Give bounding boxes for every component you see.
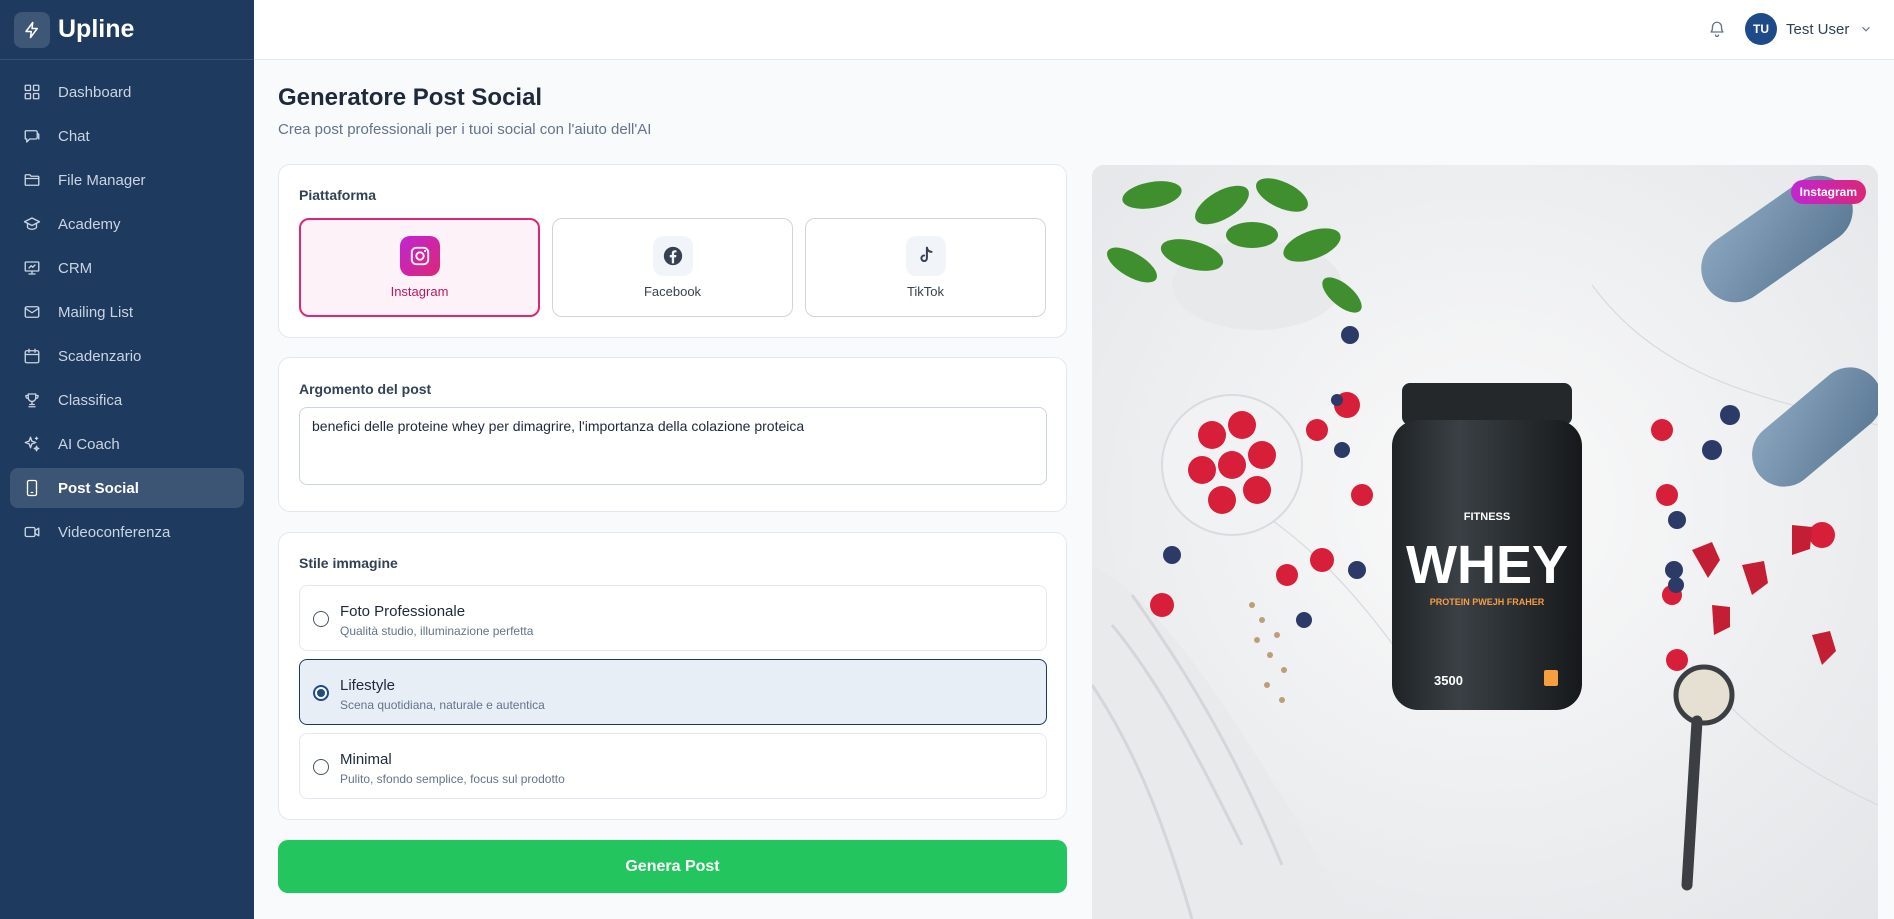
style-option-description: Pulito, sfondo semplice, focus sul prodo…	[340, 772, 565, 786]
sidebar-item-ai-coach[interactable]: AI Coach	[10, 424, 244, 464]
style-option-lifestyle[interactable]: Lifestyle Scena quotidiana, naturale e a…	[299, 659, 1047, 725]
topic-label: Argomento del post	[299, 381, 432, 397]
avatar: TU	[1745, 13, 1777, 45]
sidebar: Upline Dashboard Chat File Manager Acade…	[0, 0, 254, 919]
style-option-description: Scena quotidiana, naturale e autentica	[340, 698, 545, 712]
sidebar-item-label: Mailing List	[58, 303, 134, 321]
image-style-label: Stile immagine	[299, 555, 398, 571]
platform-option-tiktok[interactable]: TikTok	[805, 218, 1046, 317]
calendar-icon	[23, 347, 41, 365]
tiktok-icon	[905, 236, 946, 276]
sidebar-item-chat[interactable]: Chat	[10, 116, 244, 156]
sidebar-item-file-manager[interactable]: File Manager	[10, 160, 244, 200]
sidebar-item-label: CRM	[58, 259, 93, 277]
sidebar-item-label: Academy	[58, 215, 121, 233]
lightning-icon	[14, 11, 50, 48]
product-brand-text: FITNESS	[1464, 511, 1510, 523]
radio-button[interactable]	[313, 685, 329, 701]
sidebar-item-scadenzario[interactable]: Scadenzario	[10, 336, 244, 376]
sidebar-item-label: Post Social	[58, 479, 139, 497]
sidebar-item-label: File Manager	[58, 171, 146, 189]
style-option-title: Lifestyle	[340, 677, 396, 694]
sidebar-item-label: Videoconferenza	[58, 523, 171, 541]
sidebar-nav: Dashboard Chat File Manager Academy CRM …	[0, 60, 254, 552]
product-tagline-text: PROTEIN PWEJH FRAHER	[1430, 597, 1545, 607]
smartphone-icon	[23, 479, 41, 497]
style-option-title: Minimal	[340, 751, 392, 768]
sidebar-item-mailing-list[interactable]: Mailing List	[10, 292, 244, 332]
sidebar-item-label: Chat	[58, 127, 90, 145]
generated-image-preview: FITNESS WHEY PROTEIN PWEJH FRAHER 3500 I…	[1092, 165, 1878, 919]
page-title: Generatore Post Social	[278, 84, 543, 111]
topic-card: Argomento del post benefici delle protei…	[278, 357, 1067, 512]
sidebar-item-label: Classifica	[58, 391, 123, 409]
style-option-description: Qualità studio, illuminazione perfetta	[340, 624, 534, 638]
trophy-icon	[23, 391, 41, 409]
presentation-icon	[23, 259, 41, 277]
sidebar-item-academy[interactable]: Academy	[10, 204, 244, 244]
platform-card: Piattaforma Instagram Facebook TikTok	[278, 164, 1067, 338]
platform-label-text: Instagram	[390, 284, 449, 299]
brand[interactable]: Upline	[0, 0, 254, 60]
platform-option-instagram[interactable]: Instagram	[299, 218, 540, 317]
bell-icon[interactable]	[1704, 16, 1730, 42]
radio-button[interactable]	[313, 611, 329, 627]
product-amount-text: 3500	[1434, 673, 1463, 688]
sidebar-item-crm[interactable]: CRM	[10, 248, 244, 288]
page-subtitle: Crea post professionali per i tuoi socia…	[278, 121, 652, 138]
user-menu[interactable]: TU Test User	[1745, 13, 1873, 45]
style-option-title: Foto Professionale	[340, 603, 466, 620]
graduation-cap-icon	[23, 215, 41, 233]
instagram-icon	[399, 236, 440, 276]
platform-badge: Instagram	[1790, 180, 1866, 204]
facebook-icon	[652, 236, 693, 276]
folder-icon	[23, 171, 41, 189]
chat-icon	[23, 127, 41, 145]
platform-option-facebook[interactable]: Facebook	[552, 218, 793, 317]
style-option-minimal[interactable]: Minimal Pulito, sfondo semplice, focus s…	[299, 733, 1047, 799]
sidebar-item-label: Scadenzario	[58, 347, 142, 365]
sidebar-item-videoconferenza[interactable]: Videoconferenza	[10, 512, 244, 552]
user-name: Test User	[1786, 20, 1850, 38]
sidebar-item-label: AI Coach	[58, 435, 120, 453]
sparkles-icon	[23, 435, 41, 453]
sidebar-item-label: Dashboard	[58, 83, 132, 101]
platform-label: Piattaforma	[299, 187, 377, 203]
brand-name: Upline	[58, 15, 135, 43]
sidebar-item-classifica[interactable]: Classifica	[10, 380, 244, 420]
image-style-card: Stile immagine Foto Professionale Qualit…	[278, 532, 1067, 820]
style-option-foto-professionale[interactable]: Foto Professionale Qualità studio, illum…	[299, 585, 1047, 651]
product-photo: FITNESS WHEY PROTEIN PWEJH FRAHER 3500	[1092, 165, 1878, 919]
grid-icon	[23, 83, 41, 101]
product-name-text: WHEY	[1406, 535, 1568, 595]
sidebar-item-dashboard[interactable]: Dashboard	[10, 72, 244, 112]
topic-input[interactable]: benefici delle proteine whey per dimagri…	[299, 407, 1047, 485]
platform-label-text: Facebook	[643, 284, 702, 299]
radio-button[interactable]	[313, 759, 329, 775]
mail-icon	[23, 303, 41, 321]
platform-label-text: TikTok	[906, 284, 945, 299]
sidebar-item-post-social[interactable]: Post Social	[10, 468, 244, 508]
chevron-down-icon	[1859, 22, 1873, 36]
generate-post-button[interactable]: Genera Post	[278, 840, 1067, 893]
video-icon	[23, 523, 41, 541]
top-bar: TU Test User	[254, 0, 1894, 60]
